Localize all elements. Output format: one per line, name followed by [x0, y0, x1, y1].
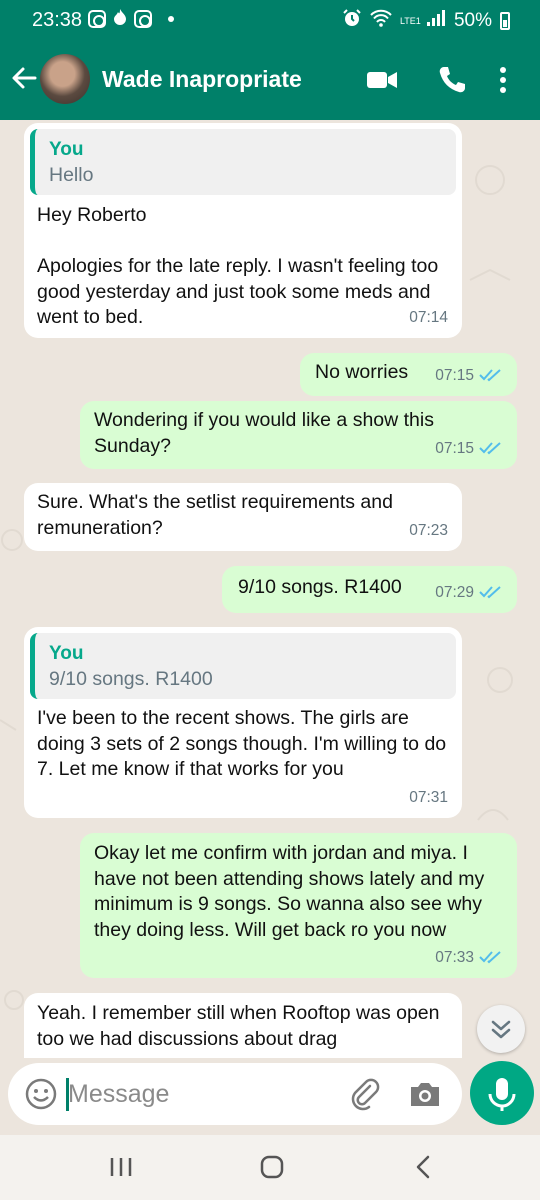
- camera-icon[interactable]: [408, 1078, 442, 1110]
- message-bubble[interactable]: 9/10 songs. R1400 07:29: [222, 566, 517, 613]
- message-text: Okay let me confirm with jordan and miya…: [94, 842, 490, 941]
- attach-icon[interactable]: [348, 1077, 382, 1111]
- message-bubble[interactable]: You 9/10 songs. R1400 I've been to the r…: [24, 627, 462, 818]
- emoji-icon[interactable]: [24, 1077, 58, 1111]
- wifi-icon: [370, 9, 392, 33]
- quoted-message[interactable]: You 9/10 songs. R1400: [30, 633, 456, 699]
- message-time: 07:29: [435, 583, 474, 601]
- message-bubble[interactable]: Yeah. I remember still when Rooftop was …: [24, 993, 462, 1058]
- instagram-icon: [88, 10, 106, 28]
- message-time: 07:23: [409, 521, 448, 539]
- message-meta: 07:31: [409, 785, 448, 811]
- home-icon[interactable]: [258, 1153, 286, 1181]
- message-meta: 07:15: [435, 436, 503, 462]
- network-type: LTE1: [399, 15, 421, 26]
- video-call-icon[interactable]: [366, 64, 398, 96]
- message-meta: 07:14: [409, 305, 448, 331]
- message-text: Sure. What's the setlist requirements an…: [37, 491, 399, 539]
- voice-record-button[interactable]: [470, 1061, 534, 1125]
- recents-icon[interactable]: [109, 1153, 133, 1181]
- message-meta: 07:15: [435, 363, 503, 389]
- more-notifications-dot: [168, 16, 174, 22]
- chat-header: Wade Inapropriate: [0, 40, 540, 120]
- message-bubble[interactable]: You Hello Hey Roberto Apologies for the …: [24, 123, 462, 338]
- alarm-icon: [342, 8, 362, 34]
- message-text: Wondering if you would like a show this …: [94, 409, 440, 457]
- message-time: 07:15: [435, 439, 474, 457]
- system-nav-bar: [0, 1135, 540, 1200]
- message-text: 9/10 songs. R1400: [238, 576, 402, 598]
- message-text: Yeah. I remember still when Rooftop was …: [37, 1002, 445, 1050]
- read-ticks-icon: [479, 951, 501, 964]
- message-input-bar: [8, 1063, 462, 1125]
- message-meta: 07:33: [435, 945, 503, 971]
- status-right: LTE1 50%: [342, 8, 510, 34]
- message-time: 07:15: [435, 366, 474, 384]
- read-ticks-icon: [479, 369, 501, 382]
- notification-icons: [88, 8, 174, 30]
- quote-text: 9/10 songs. R1400: [49, 668, 213, 690]
- message-bubble[interactable]: Sure. What's the setlist requirements an…: [24, 483, 462, 551]
- phone-icon[interactable]: [436, 64, 468, 96]
- message-bubble[interactable]: No worries 07:15: [300, 353, 517, 396]
- chat-area[interactable]: You Hello Hey Roberto Apologies for the …: [0, 120, 540, 1058]
- battery-icon: [500, 12, 510, 30]
- message-time: 07:14: [409, 308, 448, 326]
- quoted-message[interactable]: You Hello: [30, 129, 456, 195]
- mic-icon: [488, 1078, 516, 1111]
- message-time: 07:31: [409, 788, 448, 806]
- back-arrow-icon[interactable]: [10, 64, 38, 92]
- back-icon[interactable]: [413, 1153, 433, 1181]
- message-input[interactable]: [68, 1073, 338, 1115]
- more-vert-icon[interactable]: [493, 64, 513, 96]
- message-meta: 07:23: [409, 518, 448, 544]
- battery-percent: 50%: [453, 10, 492, 31]
- quote-author: You: [49, 139, 84, 160]
- message-bubble[interactable]: Wondering if you would like a show this …: [80, 401, 517, 469]
- message-time: 07:33: [435, 948, 474, 966]
- message-text: I've been to the recent shows. The girls…: [37, 707, 452, 780]
- read-ticks-icon: [479, 442, 501, 455]
- double-chevron-down-icon: [491, 1020, 511, 1039]
- scroll-to-bottom-button[interactable]: [477, 1005, 525, 1053]
- status-bar: 23:38 LTE1 50%: [0, 0, 540, 40]
- avatar[interactable]: [40, 54, 90, 104]
- message-bubble[interactable]: Okay let me confirm with jordan and miya…: [80, 833, 517, 978]
- message-text: No worries: [315, 361, 409, 383]
- quote-author: You: [49, 643, 84, 664]
- message-meta: 07:29: [435, 580, 503, 606]
- instagram-icon: [134, 10, 152, 28]
- read-ticks-icon: [479, 586, 501, 599]
- signal-icon: [426, 9, 446, 33]
- flame-icon: [112, 8, 128, 30]
- message-text: Hey Roberto Apologies for the late reply…: [37, 204, 439, 328]
- quote-text: Hello: [49, 164, 94, 186]
- contact-name[interactable]: Wade Inapropriate: [102, 66, 302, 93]
- status-time: 23:38: [32, 9, 83, 31]
